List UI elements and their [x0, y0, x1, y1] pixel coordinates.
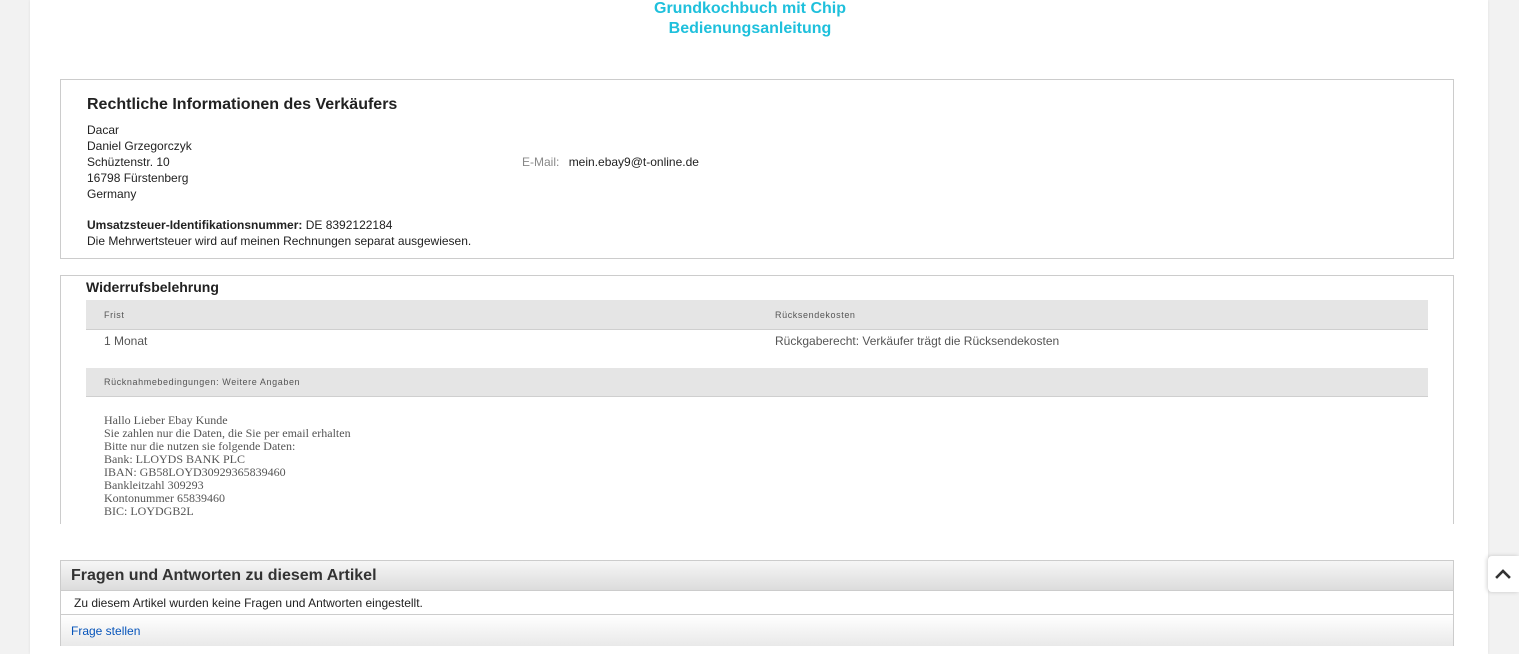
page-content: Grundkochbuch mit Chip Bedienungsanleitu… [30, 0, 1488, 654]
email-label: E-Mail: [522, 155, 560, 169]
qa-header: Fragen und Antworten zu diesem Artikel [61, 561, 1453, 591]
address-line: Daniel Grzegorczyk [87, 139, 192, 153]
qa-empty-message: Zu diesem Artikel wurden keine Fragen un… [61, 591, 1453, 615]
qa-title: Fragen und Antworten zu diesem Artikel [71, 567, 377, 584]
column-header-deadline: Frist [104, 310, 125, 320]
terms-line: Bank: LLOYDS BANK PLC [104, 452, 246, 466]
vat-note: Die Mehrwertsteuer wird auf meinen Rechn… [87, 234, 472, 248]
return-terms-header: Rücknahmebedingungen: Weitere Angaben [86, 368, 1428, 397]
product-title: Grundkochbuch mit Chip Bedienungsanleitu… [30, 0, 1470, 39]
address-line: Dacar [87, 123, 120, 137]
withdrawal-title: Widerrufsbelehrung [86, 279, 219, 295]
address-line: Schüztenstr. 10 [87, 155, 170, 169]
qa-footer: Frage stellen [61, 615, 1453, 646]
terms-line: Kontonummer 65839460 [104, 491, 225, 505]
withdrawal-section: Widerrufsbelehrung Frist Rücksendekosten… [60, 275, 1454, 524]
vat-value: DE 8392122184 [302, 218, 393, 232]
table-row: 1 Monat Rückgaberecht: Verkäufer trägt d… [86, 330, 1428, 368]
address-line: 16798 Fürstenberg [87, 171, 189, 185]
email-value: mein.ebay9@t-online.de [568, 155, 699, 169]
seller-legal-info-title: Rechtliche Informationen des Verkäufers [87, 96, 398, 113]
ask-question-link[interactable]: Frage stellen [71, 624, 140, 638]
questions-answers-section: Fragen und Antworten zu diesem Artikel Z… [60, 560, 1454, 646]
withdrawal-table: Frist Rücksendekosten 1 Monat Rückgabere… [86, 300, 1428, 518]
seller-email-row: E-Mail: mein.ebay9@t-online.de [522, 154, 699, 170]
terms-line: Bankleitzahl 309293 [104, 478, 204, 492]
chevron-up-icon [1495, 569, 1511, 579]
vat-info: Umsatzsteuer-Identifikationsnummer: DE 8… [87, 217, 471, 249]
terms-line: BIC: LOYDGB2L [104, 504, 194, 518]
terms-line: IBAN: GB58LOYD30929365839460 [104, 465, 286, 479]
seller-legal-info-section: Rechtliche Informationen des Verkäufers … [60, 79, 1454, 259]
deadline-value: 1 Monat [104, 334, 148, 348]
withdrawal-table-header: Frist Rücksendekosten [86, 300, 1428, 330]
product-title-line-1: Grundkochbuch mit Chip [654, 0, 846, 17]
return-terms-header-label: Rücknahmebedingungen: Weitere Angaben [104, 377, 301, 387]
terms-line: Bitte nur die nutzen sie folgende Daten: [104, 439, 296, 453]
column-header-return-costs: Rücksendekosten [775, 310, 856, 320]
return-costs-value: Rückgaberecht: Verkäufer trägt die Rücks… [775, 334, 1060, 348]
qa-empty-text: Zu diesem Artikel wurden keine Fragen un… [74, 596, 423, 610]
product-title-line-2: Bedienungsanleitung [668, 20, 832, 37]
return-terms-text: Hallo Lieber Ebay Kunde Sie zahlen nur d… [86, 397, 1428, 518]
vat-label: Umsatzsteuer-Identifikationsnummer: [87, 218, 303, 232]
seller-address: Dacar Daniel Grzegorczyk Schüztenstr. 10… [87, 122, 192, 202]
address-line: Germany [87, 187, 137, 201]
terms-line: Sie zahlen nur die Daten, die Sie per em… [104, 426, 351, 440]
scroll-to-top-button[interactable] [1488, 556, 1519, 592]
